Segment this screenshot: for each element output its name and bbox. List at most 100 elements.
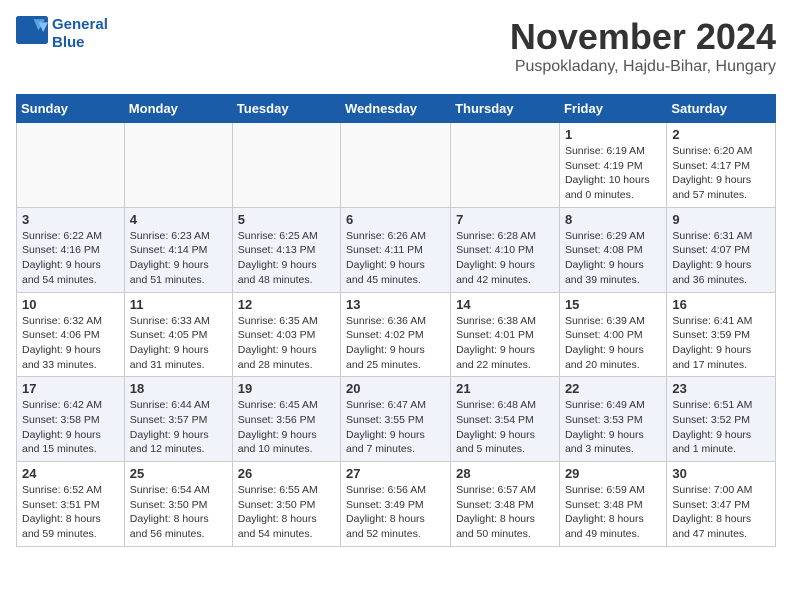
calendar-cell: 3 Sunrise: 6:22 AM Sunset: 4:16 PM Daylig… xyxy=(17,207,125,292)
day-info: Sunrise: 6:49 AM Sunset: 3:53 PM Dayligh… xyxy=(565,398,661,457)
day-info: Sunrise: 6:39 AM Sunset: 4:00 PM Dayligh… xyxy=(565,314,661,373)
day-info: Sunrise: 6:44 AM Sunset: 3:57 PM Dayligh… xyxy=(130,398,227,457)
calendar-cell: 8 Sunrise: 6:29 AM Sunset: 4:08 PM Daylig… xyxy=(559,207,666,292)
day-info: Sunrise: 6:32 AM Sunset: 4:06 PM Dayligh… xyxy=(22,314,119,373)
calendar-table: SundayMondayTuesdayWednesdayThursdayFrid… xyxy=(16,94,776,547)
day-number: 21 xyxy=(456,381,554,396)
calendar-cell: 22Sunrise: 6:49 AM Sunset: 3:53 PM Dayli… xyxy=(559,377,666,462)
day-info: Sunrise: 6:33 AM Sunset: 4:05 PM Dayligh… xyxy=(130,314,227,373)
day-number: 29 xyxy=(565,466,661,481)
day-number: 1 xyxy=(565,127,661,142)
calendar-cell: 12Sunrise: 6:35 AM Sunset: 4:03 PM Dayli… xyxy=(232,292,340,377)
day-number: 9 xyxy=(672,212,770,227)
calendar-cell: 5 Sunrise: 6:25 AM Sunset: 4:13 PM Daylig… xyxy=(232,207,340,292)
title-section: November 2024 Puspokladany, Hajdu-Bihar,… xyxy=(510,16,776,84)
day-number: 14 xyxy=(456,297,554,312)
logo-icon xyxy=(16,16,48,44)
day-number: 30 xyxy=(672,466,770,481)
calendar-cell xyxy=(124,123,232,208)
calendar-cell: 13 Sunrise: 6:36 AM Sunset: 4:02 PM Dayli… xyxy=(341,292,451,377)
day-info: Sunrise: 6:54 AM Sunset: 3:50 PM Dayligh… xyxy=(130,483,227,542)
weekday-header: Sunday xyxy=(17,95,125,123)
day-info: Sunrise: 6:20 AM Sunset: 4:17 PM Dayligh… xyxy=(672,144,770,203)
day-info: Sunrise: 6:25 AM Sunset: 4:13 PM Dayligh… xyxy=(238,229,335,288)
calendar-cell: 10 Sunrise: 6:32 AM Sunset: 4:06 PM Dayli… xyxy=(17,292,125,377)
calendar-week-row: 3 Sunrise: 6:22 AM Sunset: 4:16 PM Daylig… xyxy=(17,207,776,292)
day-info: Sunrise: 6:38 AM Sunset: 4:01 PM Dayligh… xyxy=(456,314,554,373)
calendar-cell: 7Sunrise: 6:28 AM Sunset: 4:10 PM Daylig… xyxy=(451,207,560,292)
calendar-cell: 21 Sunrise: 6:48 AM Sunset: 3:54 PM Dayli… xyxy=(451,377,560,462)
logo-line2: Blue xyxy=(52,34,108,52)
day-info: Sunrise: 6:56 AM Sunset: 3:49 PM Dayligh… xyxy=(346,483,445,542)
day-info: Sunrise: 7:00 AM Sunset: 3:47 PM Dayligh… xyxy=(672,483,770,542)
calendar-week-row: 1 Sunrise: 6:19 AM Sunset: 4:19 PM Daylig… xyxy=(17,123,776,208)
day-info: Sunrise: 6:47 AM Sunset: 3:55 PM Dayligh… xyxy=(346,398,445,457)
calendar-cell: 16 Sunrise: 6:41 AM Sunset: 3:59 PM Dayli… xyxy=(667,292,776,377)
day-number: 13 xyxy=(346,297,445,312)
day-number: 15 xyxy=(565,297,661,312)
day-info: Sunrise: 6:29 AM Sunset: 4:08 PM Dayligh… xyxy=(565,229,661,288)
weekday-header: Thursday xyxy=(451,95,560,123)
day-info: Sunrise: 6:55 AM Sunset: 3:50 PM Dayligh… xyxy=(238,483,335,542)
calendar-cell: 17Sunrise: 6:42 AM Sunset: 3:58 PM Dayli… xyxy=(17,377,125,462)
day-number: 4 xyxy=(130,212,227,227)
calendar-week-row: 17Sunrise: 6:42 AM Sunset: 3:58 PM Dayli… xyxy=(17,377,776,462)
day-number: 5 xyxy=(238,212,335,227)
calendar-cell: 2 Sunrise: 6:20 AM Sunset: 4:17 PM Daylig… xyxy=(667,123,776,208)
calendar-cell: 29 Sunrise: 6:59 AM Sunset: 3:48 PM Dayli… xyxy=(559,462,666,547)
day-number: 16 xyxy=(672,297,770,312)
calendar-cell: 27 Sunrise: 6:56 AM Sunset: 3:49 PM Dayli… xyxy=(341,462,451,547)
day-info: Sunrise: 6:35 AM Sunset: 4:03 PM Dayligh… xyxy=(238,314,335,373)
calendar-week-row: 10 Sunrise: 6:32 AM Sunset: 4:06 PM Dayli… xyxy=(17,292,776,377)
calendar-cell xyxy=(232,123,340,208)
calendar-cell: 18 Sunrise: 6:44 AM Sunset: 3:57 PM Dayli… xyxy=(124,377,232,462)
day-info: Sunrise: 6:22 AM Sunset: 4:16 PM Dayligh… xyxy=(22,229,119,288)
calendar-cell: 30 Sunrise: 7:00 AM Sunset: 3:47 PM Dayli… xyxy=(667,462,776,547)
day-info: Sunrise: 6:36 AM Sunset: 4:02 PM Dayligh… xyxy=(346,314,445,373)
weekday-header-row: SundayMondayTuesdayWednesdayThursdayFrid… xyxy=(17,95,776,123)
calendar-cell xyxy=(341,123,451,208)
day-info: Sunrise: 6:51 AM Sunset: 3:52 PM Dayligh… xyxy=(672,398,770,457)
weekday-header: Saturday xyxy=(667,95,776,123)
calendar-cell: 26Sunrise: 6:55 AM Sunset: 3:50 PM Dayli… xyxy=(232,462,340,547)
day-number: 19 xyxy=(238,381,335,396)
day-number: 25 xyxy=(130,466,227,481)
day-info: Sunrise: 6:23 AM Sunset: 4:14 PM Dayligh… xyxy=(130,229,227,288)
day-info: Sunrise: 6:42 AM Sunset: 3:58 PM Dayligh… xyxy=(22,398,119,457)
day-info: Sunrise: 6:45 AM Sunset: 3:56 PM Dayligh… xyxy=(238,398,335,457)
day-info: Sunrise: 6:57 AM Sunset: 3:48 PM Dayligh… xyxy=(456,483,554,542)
day-info: Sunrise: 6:19 AM Sunset: 4:19 PM Dayligh… xyxy=(565,144,661,203)
calendar-week-row: 24Sunrise: 6:52 AM Sunset: 3:51 PM Dayli… xyxy=(17,462,776,547)
location: Puspokladany, Hajdu-Bihar, Hungary xyxy=(510,58,776,76)
calendar-cell: 28 Sunrise: 6:57 AM Sunset: 3:48 PM Dayli… xyxy=(451,462,560,547)
day-number: 28 xyxy=(456,466,554,481)
calendar-cell xyxy=(451,123,560,208)
month-year: November 2024 xyxy=(510,16,776,58)
calendar-cell: 24Sunrise: 6:52 AM Sunset: 3:51 PM Dayli… xyxy=(17,462,125,547)
day-number: 3 xyxy=(22,212,119,227)
calendar-cell: 25 Sunrise: 6:54 AM Sunset: 3:50 PM Dayli… xyxy=(124,462,232,547)
day-number: 6 xyxy=(346,212,445,227)
day-info: Sunrise: 6:48 AM Sunset: 3:54 PM Dayligh… xyxy=(456,398,554,457)
day-number: 10 xyxy=(22,297,119,312)
calendar-cell: 6 Sunrise: 6:26 AM Sunset: 4:11 PM Daylig… xyxy=(341,207,451,292)
day-info: Sunrise: 6:41 AM Sunset: 3:59 PM Dayligh… xyxy=(672,314,770,373)
day-info: Sunrise: 6:28 AM Sunset: 4:10 PM Dayligh… xyxy=(456,229,554,288)
calendar-cell: 20Sunrise: 6:47 AM Sunset: 3:55 PM Dayli… xyxy=(341,377,451,462)
calendar-cell: 9 Sunrise: 6:31 AM Sunset: 4:07 PM Daylig… xyxy=(667,207,776,292)
day-info: Sunrise: 6:31 AM Sunset: 4:07 PM Dayligh… xyxy=(672,229,770,288)
calendar-cell: 11 Sunrise: 6:33 AM Sunset: 4:05 PM Dayli… xyxy=(124,292,232,377)
day-number: 11 xyxy=(130,297,227,312)
logo: General Blue xyxy=(16,16,108,52)
calendar-cell: 14 Sunrise: 6:38 AM Sunset: 4:01 PM Dayli… xyxy=(451,292,560,377)
day-info: Sunrise: 6:52 AM Sunset: 3:51 PM Dayligh… xyxy=(22,483,119,542)
day-number: 2 xyxy=(672,127,770,142)
day-info: Sunrise: 6:59 AM Sunset: 3:48 PM Dayligh… xyxy=(565,483,661,542)
day-info: Sunrise: 6:26 AM Sunset: 4:11 PM Dayligh… xyxy=(346,229,445,288)
calendar-cell xyxy=(17,123,125,208)
day-number: 8 xyxy=(565,212,661,227)
day-number: 27 xyxy=(346,466,445,481)
day-number: 18 xyxy=(130,381,227,396)
logo-line1: General xyxy=(52,16,108,34)
weekday-header: Wednesday xyxy=(341,95,451,123)
